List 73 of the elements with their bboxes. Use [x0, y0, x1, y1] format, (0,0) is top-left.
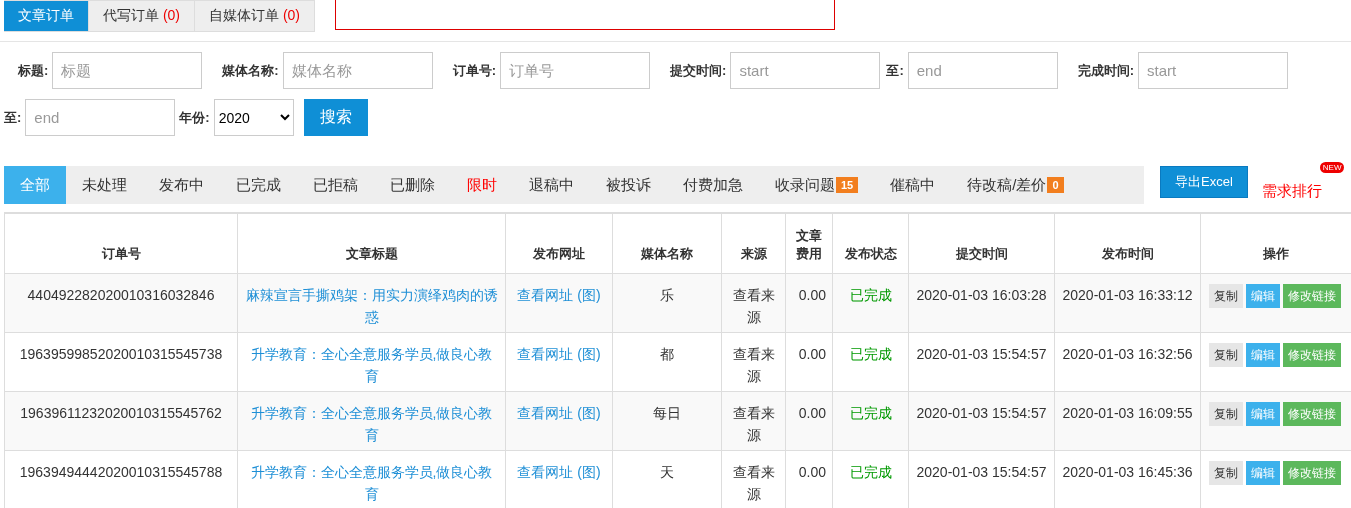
count-badge: 15 [836, 177, 859, 193]
filter-input[interactable]: 标题 [52, 52, 203, 89]
copy-button[interactable]: 复制 [1209, 342, 1243, 367]
search-button[interactable]: 搜索 [303, 99, 368, 136]
export-excel-button[interactable]: 导出Excel [1160, 166, 1248, 198]
status-tab[interactable]: 已完成 [220, 166, 297, 204]
publish-status: 已完成 [849, 345, 892, 362]
status-tab[interactable]: 被投诉 [590, 166, 667, 204]
status-tab[interactable]: 发布中 [143, 166, 220, 204]
filter-input[interactable]: start [730, 52, 881, 89]
status-tab[interactable]: 已删除 [374, 166, 451, 204]
publish-time: 2020-01-03 16:32:56 [1062, 345, 1193, 362]
column-header: 文章费用 [785, 213, 833, 273]
article-fee: 0.00 [798, 404, 826, 421]
copy-button[interactable]: 复制 [1209, 401, 1243, 426]
article-fee: 0.00 [798, 463, 826, 480]
column-header: 提交时间 [908, 213, 1055, 273]
filter-input[interactable]: end [907, 52, 1058, 89]
order-type-tab[interactable]: 文章订单 [4, 0, 89, 32]
status-tab[interactable]: 待改稿/差价 0 [951, 166, 1080, 204]
filter-label: 完成时间: [1077, 61, 1135, 80]
submit-time: 2020-01-03 16:03:28 [916, 286, 1047, 303]
status-tab[interactable]: 退稿中 [513, 166, 590, 204]
order-number: 440492282020010316032846 [27, 286, 215, 303]
media-name: 天 [660, 463, 674, 480]
media-name: 都 [660, 345, 674, 362]
submit-time: 2020-01-03 15:54:57 [916, 345, 1047, 362]
filter-label: 媒体名称: [222, 61, 279, 80]
filter-input[interactable]: 订单号 [500, 52, 651, 89]
copy-button[interactable]: 复制 [1209, 283, 1243, 308]
publish-status: 已完成 [849, 286, 892, 303]
filter-label: 至: [4, 108, 22, 127]
publish-time: 2020-01-03 16:45:36 [1062, 463, 1193, 480]
status-tab[interactable]: 收录问题 15 [759, 166, 875, 204]
submit-time: 2020-01-03 15:54:57 [916, 404, 1047, 421]
filter-label: 至: [886, 61, 904, 80]
column-header: 发布状态 [832, 213, 909, 273]
order-number: 19639599852020010315545738 [19, 345, 223, 362]
publish-status: 已完成 [849, 404, 892, 421]
status-tab[interactable]: 未处理 [66, 166, 143, 204]
column-header: 订单号 [4, 213, 238, 273]
column-header: 来源 [721, 213, 786, 273]
media-name: 每日 [653, 404, 681, 421]
order-number: 19639611232020010315545762 [20, 404, 222, 421]
column-header: 文章标题 [237, 213, 506, 273]
new-badge: NEW [1319, 162, 1345, 173]
status-tab[interactable]: 已拒稿 [297, 166, 374, 204]
ranking-link[interactable]: 需求排行 [1261, 181, 1322, 201]
publish-status: 已完成 [849, 463, 892, 480]
article-fee: 0.00 [798, 286, 826, 303]
filter-label: 订单号: [452, 61, 497, 80]
order-number: 19639494442020010315545788 [19, 463, 223, 480]
filter-input[interactable]: end [25, 99, 176, 136]
filter-label: 标题: [18, 61, 49, 80]
filter-label: 提交时间: [670, 61, 727, 80]
column-header: 发布时间 [1054, 213, 1201, 273]
column-header: 媒体名称 [612, 213, 722, 273]
filter-input[interactable]: start [1138, 52, 1289, 89]
article-fee: 0.00 [798, 345, 826, 362]
count-badge: 0 [1047, 177, 1064, 193]
year-select[interactable]: 2020 [213, 99, 294, 136]
submit-time: 2020-01-03 15:54:57 [916, 463, 1047, 480]
filter-label: 年份: [179, 108, 210, 127]
status-tab[interactable]: 付费加急 [667, 166, 759, 204]
column-header: 发布网址 [505, 213, 613, 273]
publish-time: 2020-01-03 16:33:12 [1062, 286, 1193, 303]
publish-time: 2020-01-03 16:09:55 [1062, 404, 1193, 421]
order-type-tab[interactable]: 自媒体订单 (0) [195, 0, 316, 32]
status-tab[interactable]: 催稿中 [874, 166, 952, 204]
media-name: 乐 [660, 286, 674, 303]
order-type-tab[interactable]: 代写订单 (0) [89, 0, 195, 32]
copy-button[interactable]: 复制 [1209, 460, 1243, 485]
filter-input[interactable]: 媒体名称 [282, 52, 433, 89]
